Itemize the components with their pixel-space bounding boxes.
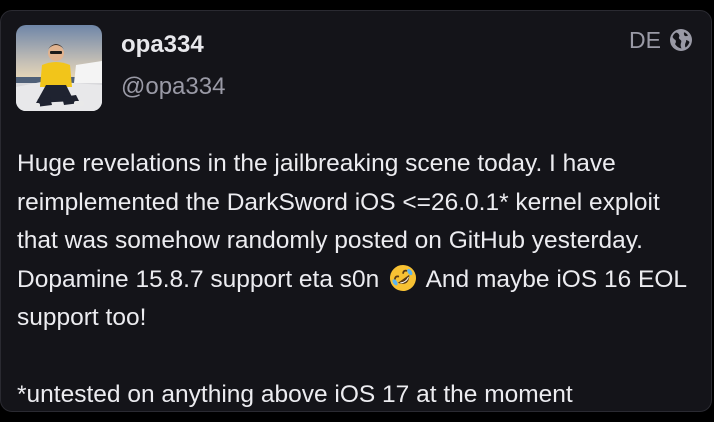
- post-body: Huge revelations in the jailbreaking sce…: [17, 145, 701, 415]
- user-handle[interactable]: @opa334: [121, 75, 225, 99]
- post-footnote: *untested on anything above iOS 17 at th…: [17, 381, 573, 408]
- display-name[interactable]: opa334: [121, 33, 204, 57]
- language-code: DE: [629, 26, 661, 53]
- avatar-photo: [16, 25, 102, 111]
- post-paragraph: Huge revelations in the jailbreaking sce…: [17, 145, 701, 338]
- rolling-on-the-floor-laughing-icon: [390, 264, 417, 291]
- globe-icon: [670, 29, 692, 51]
- avatar[interactable]: [16, 25, 102, 111]
- post-card: opa334 @opa334 DE Huge revelations in th…: [0, 10, 712, 412]
- language-indicator[interactable]: DE: [629, 28, 693, 52]
